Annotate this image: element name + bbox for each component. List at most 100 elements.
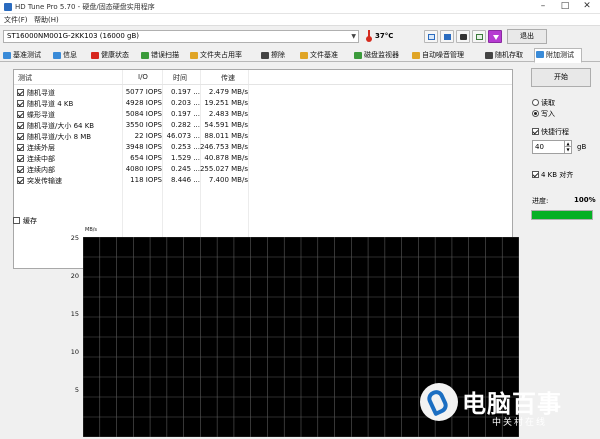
tab-7[interactable]: 磁盘监视器 — [353, 50, 409, 62]
tab-icon — [261, 52, 269, 59]
test-rate: 7.400 MB/s — [208, 176, 248, 184]
tab-10[interactable]: 附加测试 — [534, 48, 582, 63]
test-io: 3550 IOPS — [125, 121, 162, 129]
quick-stroke-input[interactable]: 40 ▲ ▼ — [532, 140, 572, 154]
test-checkbox[interactable] — [17, 111, 24, 118]
screenshot-button[interactable] — [456, 30, 470, 43]
download-button[interactable] — [488, 30, 502, 43]
test-row[interactable]: 随机寻道 4 KB 4928 IOPS 0.203 ... 19.251 MB/s — [14, 98, 512, 109]
tab-9[interactable]: 随机存取 — [484, 50, 532, 62]
tab-icon — [3, 52, 11, 59]
tab-8[interactable]: 自动噪音管理 — [411, 50, 482, 62]
tab-icon — [485, 52, 493, 59]
test-row[interactable]: 随机寻道/大小 8 MB 22 IOPS 46.073 ... 88.011 MB/s — [14, 131, 512, 142]
test-checkbox[interactable] — [17, 144, 24, 151]
maximize-icon[interactable]: □ — [554, 0, 576, 14]
test-row[interactable]: 突发传输速 118 IOPS 8.446 ... 7.400 MB/s — [14, 175, 512, 186]
test-time: 0.197 ... — [171, 110, 200, 118]
test-name: 蝶形寻道 — [27, 111, 55, 119]
test-row[interactable]: 连续内部 4080 IOPS 0.245 ... 255.027 MB/s — [14, 164, 512, 175]
test-name: 连续外层 — [27, 144, 55, 152]
test-rate: 40.878 MB/s — [204, 154, 248, 162]
quick-stroke-checkbox[interactable] — [532, 128, 539, 135]
quick-stroke-value: 40 — [535, 143, 544, 151]
test-name: 连续内部 — [27, 166, 55, 174]
test-checkbox[interactable] — [17, 155, 24, 162]
test-checkbox[interactable] — [17, 89, 24, 96]
test-io: 4080 IOPS — [125, 165, 162, 173]
watermark-name: 电脑百事 — [462, 390, 562, 418]
watermark: 电脑百事 中关村在线 — [420, 379, 600, 439]
align-4kb-label: 4 KB 对齐 — [541, 171, 574, 179]
test-row[interactable]: 连续中部 654 IOPS 1.529 ... 40.878 MB/s — [14, 153, 512, 164]
minimize-icon[interactable]: – — [532, 0, 554, 14]
tab-2[interactable]: 健康状态 — [90, 50, 138, 62]
menu-file[interactable]: 文件(F) — [4, 15, 28, 25]
start-button[interactable]: 开始 — [531, 68, 591, 87]
tab-5[interactable]: 擦除 — [260, 50, 297, 62]
test-name: 随机寻道 — [27, 89, 55, 97]
tab-icon — [300, 52, 308, 59]
quick-stroke-label: 快捷行程 — [541, 128, 569, 136]
tab-label: 附加测试 — [546, 51, 574, 59]
tab-0[interactable]: 基准测试 — [2, 50, 50, 62]
write-radio[interactable] — [532, 110, 539, 117]
drive-select[interactable]: ST16000NM001G-2KK103 (16000 gB) ▼ — [3, 30, 359, 43]
test-name: 随机寻道/大小 8 MB — [27, 133, 92, 141]
test-time: 0.203 ... — [171, 99, 200, 107]
tab-6[interactable]: 文件基准 — [299, 50, 351, 62]
read-radio[interactable] — [532, 99, 539, 106]
options-button[interactable] — [472, 30, 486, 43]
test-row[interactable]: 蝶形寻道 5084 IOPS 0.197 ... 2.483 MB/s — [14, 109, 512, 120]
close-icon[interactable]: ✕ — [576, 0, 598, 14]
tab-label: 基准测试 — [13, 51, 41, 59]
tab-icon — [536, 51, 544, 58]
test-row[interactable]: 随机寻道/大小 64 KB 3550 IOPS 0.282 ... 54.591 MB… — [14, 120, 512, 131]
temperature-readout: 37°C — [375, 32, 394, 40]
test-rate: 19.251 MB/s — [204, 99, 248, 107]
test-time: 0.245 ... — [171, 165, 200, 173]
copy-icon — [428, 34, 435, 40]
test-io: 5077 IOPS — [125, 88, 162, 96]
test-time: 0.197 ... — [171, 88, 200, 96]
y-tick-5: 5 — [74, 386, 79, 394]
test-name: 连续中部 — [27, 155, 55, 163]
tab-label: 信息 — [63, 51, 77, 59]
quick-stroke-unit: gB — [577, 143, 587, 151]
test-checkbox[interactable] — [17, 100, 24, 107]
tab-4[interactable]: 文件夹占用率 — [189, 50, 258, 62]
title-bar: HD Tune Pro 5.70 - 硬盘/固态硬盘实用程序 – □ ✕ — [0, 0, 600, 14]
header-io: I/O — [138, 73, 148, 81]
align-4kb-checkbox[interactable] — [532, 171, 539, 178]
tab-1[interactable]: 信息 — [52, 50, 88, 62]
app-icon — [4, 3, 12, 11]
header-rate: 传速 — [221, 74, 235, 82]
y-tick-10: 10 — [70, 348, 79, 356]
watermark-logo-icon — [420, 383, 458, 421]
test-row[interactable]: 连续外层 3948 IOPS 0.253 ... 246.753 MB/s — [14, 142, 512, 153]
tab-icon — [190, 52, 198, 59]
tab-3[interactable]: 错误扫描 — [140, 50, 187, 62]
save-button[interactable] — [440, 30, 454, 43]
test-io: 118 IOPS — [130, 176, 162, 184]
test-checkbox[interactable] — [17, 166, 24, 173]
spin-down-icon[interactable]: ▼ — [564, 147, 571, 153]
test-row[interactable]: 随机寻道 5077 IOPS 0.197 ... 2.479 MB/s — [14, 87, 512, 98]
test-checkbox[interactable] — [17, 177, 24, 184]
tab-icon — [141, 52, 149, 59]
exit-button[interactable]: 退出 — [507, 29, 547, 44]
chevron-down-icon: ▼ — [351, 33, 356, 40]
copy-button[interactable] — [424, 30, 438, 43]
menu-help[interactable]: 帮助(H) — [34, 15, 59, 25]
header-test: 测试 — [18, 74, 32, 82]
test-time: 0.282 ... — [171, 121, 200, 129]
test-rate: 255.027 MB/s — [199, 165, 248, 173]
test-checkbox[interactable] — [17, 122, 24, 129]
tab-label: 自动噪音管理 — [422, 51, 464, 59]
test-rate: 2.483 MB/s — [208, 110, 248, 118]
side-controls: 开始 读取 写入 快捷行程 40 ▲ ▼ gB 4 KB 对齐 进度: 100% — [531, 64, 596, 224]
test-checkbox[interactable] — [17, 133, 24, 140]
thermometer-icon — [366, 30, 372, 42]
cache-label: 缓存 — [23, 217, 37, 225]
cache-checkbox[interactable] — [13, 217, 20, 224]
